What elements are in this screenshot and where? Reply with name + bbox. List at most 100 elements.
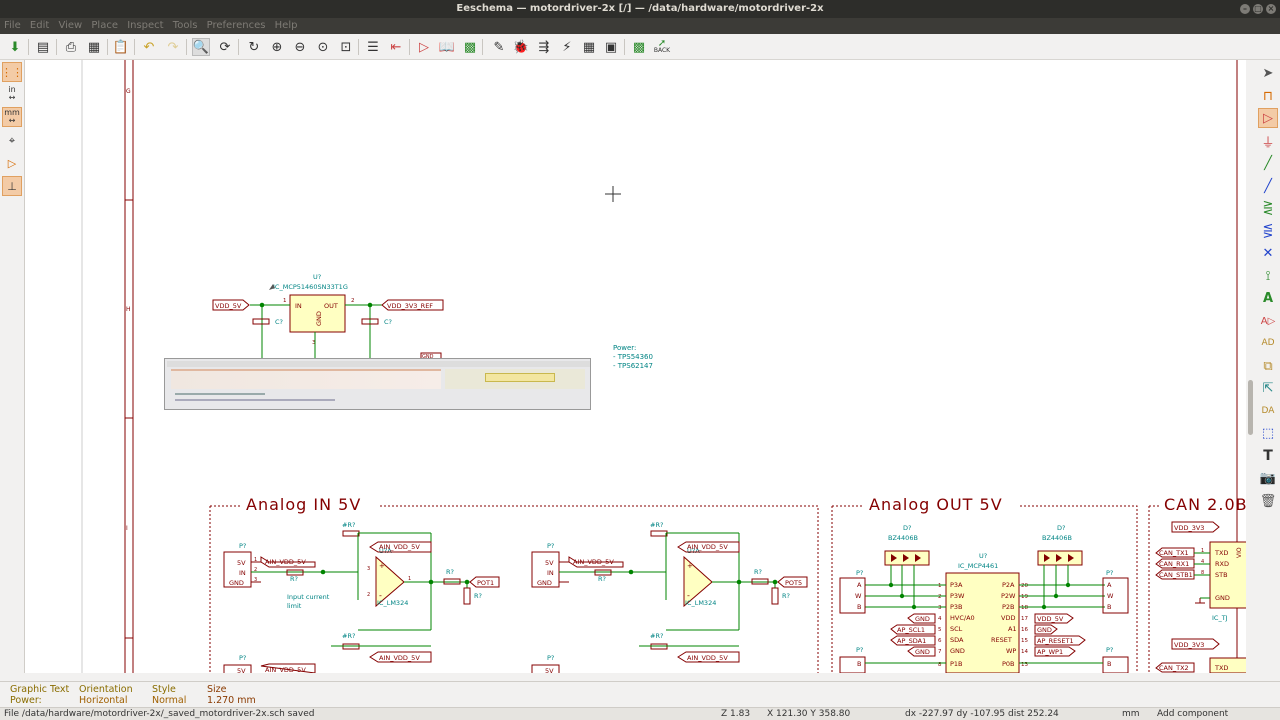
menu-view[interactable]: View — [54, 18, 84, 34]
ain2-opamp-value: IC_LM324 — [685, 599, 716, 607]
aout-ic-ref: U? — [979, 552, 987, 560]
wire-angle-icon[interactable]: ⊥ — [2, 176, 22, 196]
page-settings-icon[interactable]: ▤ — [34, 38, 52, 56]
no-connect-icon[interactable]: ✕ — [1258, 243, 1278, 263]
aout-conn-right-ref: P? — [1106, 569, 1113, 577]
schematic-canvas[interactable]: G H I U? IC_MCP51460SN33T1G IN OUT GND 1… — [24, 60, 1246, 673]
redo-icon[interactable]: ↷ — [164, 38, 182, 56]
plot-icon[interactable]: ▦ — [85, 38, 103, 56]
close-icon[interactable]: × — [1266, 4, 1276, 14]
assign-footprints-icon[interactable]: ⚡ — [558, 38, 576, 56]
zoom-fit-icon[interactable]: ⊙ — [314, 38, 332, 56]
hierarchical-label-icon[interactable]: AD — [1258, 333, 1278, 353]
add-text-icon[interactable]: T — [1258, 446, 1278, 466]
hierarchical-sheet-icon[interactable]: ⧉ — [1258, 356, 1278, 376]
units-inch-button[interactable]: in ↔ — [2, 84, 22, 104]
menu-preferences[interactable]: Preferences — [203, 18, 268, 34]
aout-conn-right-ref-2: P? — [1106, 646, 1113, 654]
aout-conn-left-ref-2: P? — [856, 646, 863, 654]
vertical-scroll-thumb[interactable] — [1248, 380, 1253, 435]
pin-wp: WP — [1006, 647, 1016, 655]
paste-icon[interactable]: 📋 — [112, 38, 130, 56]
status-file-message: File /data/hardware/motordriver-2x/_save… — [4, 709, 315, 719]
regulator-pin1: 1 — [283, 298, 287, 304]
aout-conn-right-b-2: B — [1107, 660, 1111, 668]
bus-to-bus-entry-icon[interactable]: ⋚ — [1258, 221, 1278, 241]
regulator-circuit[interactable]: U? IC_MCP51460SN33T1G IN OUT GND 1 2 3 V… — [212, 273, 444, 360]
zoom-out-icon[interactable]: ⊖ — [291, 38, 309, 56]
analog-in-channel-2[interactable]: P? 5V IN GND AIN_VDD_5V R? #R? + - U?A I… — [531, 521, 808, 673]
aout-conn-left-w: W — [855, 592, 862, 600]
zoom-in-icon[interactable]: ⊕ — [268, 38, 286, 56]
junction-icon[interactable]: ⟟ — [1258, 266, 1278, 286]
library-browser-icon[interactable]: 📖 — [438, 38, 456, 56]
cursor-shape-icon[interactable]: ⌖ — [2, 131, 22, 151]
menu-tools[interactable]: Tools — [169, 18, 200, 34]
bom-export-icon[interactable]: ▣ — [602, 38, 620, 56]
can-label-tx2: CAN_TX2 — [1159, 664, 1189, 672]
power-note[interactable]: Power: - TPS54360 - TPS62147 — [613, 344, 653, 370]
menu-inspect[interactable]: Inspect — [123, 18, 165, 34]
sheet-pin-icon[interactable]: DA — [1258, 401, 1278, 421]
add-bus-icon[interactable]: ╱ — [1258, 176, 1278, 196]
delete-icon[interactable]: 🗑 — [1258, 491, 1278, 511]
ain-conn-ref: P? — [239, 542, 246, 550]
find-replace-icon[interactable]: ⟳ — [216, 38, 234, 56]
redraw-icon[interactable]: ↻ — [245, 38, 263, 56]
back-button[interactable]: ➚ BACK — [653, 38, 671, 56]
status-delta: dx -227.97 dy -107.95 dist 252.24 — [905, 709, 1059, 719]
units-mm-button[interactable]: mm ↔ — [2, 107, 22, 127]
leave-sheet-icon[interactable]: ⇤ — [387, 38, 405, 56]
grid-toggle-icon[interactable]: ⋮⋮ — [1, 62, 23, 82]
vertical-scrollbar[interactable] — [1246, 60, 1256, 673]
pcb-icon[interactable]: ▩ — [461, 38, 479, 56]
power-note-line2: - TPS54360 — [613, 353, 653, 361]
hierarchy-icon[interactable]: ☰ — [364, 38, 382, 56]
analog-in-channel-1[interactable]: P? 5V IN GND 1 2 3 AIN_VDD_5V R? Input c… — [223, 521, 500, 673]
zoom-selection-icon[interactable]: ⊡ — [337, 38, 355, 56]
print-icon[interactable]: ⎙ — [62, 38, 80, 56]
ain-pin-5v: 5V — [237, 559, 246, 567]
analog-out-circuit[interactable]: D? BZ4406B D? BZ4406B U? IC_MCP4461 P3A … — [839, 524, 1129, 673]
graphic-lines-icon[interactable]: ⬚ — [1258, 423, 1278, 443]
minimize-icon[interactable]: – — [1240, 4, 1250, 14]
menu-edit[interactable]: Edit — [26, 18, 51, 34]
bom-icon[interactable]: ▦ — [580, 38, 598, 56]
add-power-icon[interactable]: ⏚ — [1258, 131, 1278, 151]
import-sheet-pin-icon[interactable]: ⇱ — [1258, 378, 1278, 398]
aout-conn-left-b: B — [857, 603, 861, 611]
menu-help[interactable]: Help — [271, 18, 300, 34]
status-mode: Add component — [1157, 709, 1229, 719]
add-wire-icon[interactable]: ╱ — [1258, 153, 1278, 173]
wire-to-bus-entry-icon[interactable]: ⋛ — [1258, 198, 1278, 218]
menu-file[interactable]: File — [0, 18, 23, 34]
undo-icon[interactable]: ↶ — [140, 38, 158, 56]
net-label-icon[interactable]: A — [1258, 288, 1278, 308]
highlight-net-icon[interactable]: ⊓ — [1258, 86, 1278, 106]
open-pcbnew-icon[interactable]: ▩ — [630, 38, 648, 56]
add-image-icon[interactable]: 📷 — [1258, 468, 1278, 488]
library-editor-icon[interactable]: ▷ — [415, 38, 433, 56]
annotate-icon[interactable]: ✎ — [490, 38, 508, 56]
aout-diode1-ref: D? — [903, 524, 911, 532]
maximize-icon[interactable]: □ — [1253, 4, 1263, 14]
arrow-horizontal-icon: ↔ — [8, 93, 16, 102]
save-icon[interactable]: ⬇ — [6, 38, 24, 56]
horizontal-scrollbar[interactable] — [24, 673, 1246, 681]
add-component-icon[interactable]: ▷ — [1258, 108, 1278, 128]
pin-num-14: 14 — [1021, 649, 1028, 655]
menu-place[interactable]: Place — [87, 18, 120, 34]
hidden-pins-icon[interactable]: ▷ — [2, 153, 22, 173]
can-circuit[interactable]: VDD_3V3 TXD RXD STB GND VIO IC_TJ CAN_TX… — [1155, 521, 1246, 673]
erc-icon[interactable]: 🐞 — [512, 38, 530, 56]
regulator-pin-in: IN — [295, 302, 302, 310]
back-arrow-icon: ➚ — [657, 38, 667, 49]
aout-label-sda: AP_SDA1 — [897, 637, 926, 645]
netlist-icon[interactable]: ⇶ — [535, 38, 553, 56]
find-icon[interactable]: 🔍 — [192, 38, 210, 56]
ain-opamp-plus: + — [379, 562, 385, 570]
window-title: Eeschema — motordriver-2x [/] — /data/ha… — [456, 3, 824, 14]
global-label-icon[interactable]: A▷ — [1258, 311, 1278, 331]
select-arrow-icon[interactable]: ➤ — [1258, 63, 1278, 83]
pin-hvc: HVC/A0 — [950, 614, 975, 622]
